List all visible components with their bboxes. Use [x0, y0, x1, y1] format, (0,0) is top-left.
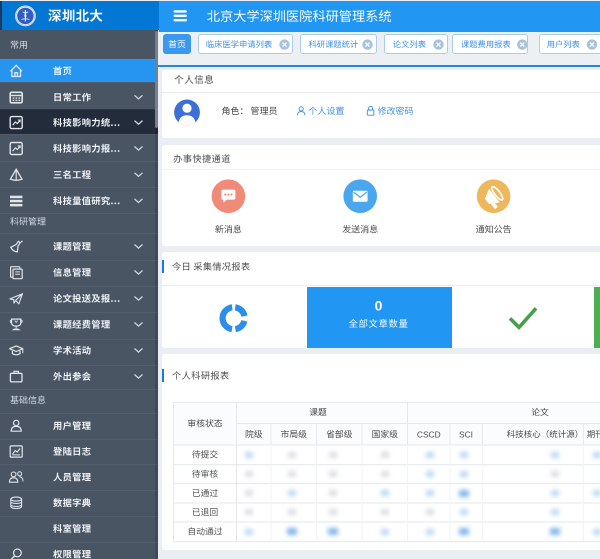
svg-text:0: 0	[375, 298, 383, 314]
svg-text:CSCD: CSCD	[417, 429, 441, 439]
svg-text:SCI: SCI	[459, 429, 473, 439]
